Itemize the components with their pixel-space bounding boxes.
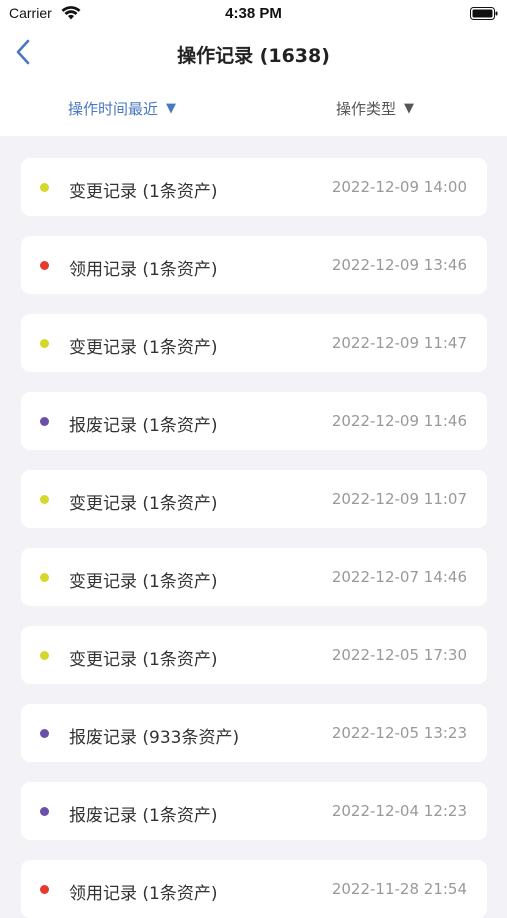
status-dot [40,729,49,738]
record-title: 报废记录 (1条资产) [69,416,218,436]
record-title: 变更记录 (1条资产) [69,494,218,514]
record-time: 2022-12-09 11:46 [331,412,467,430]
record-title: 报废记录 (1条资产) [69,806,218,826]
list-item[interactable]: 变更记录 (1条资产) 2022-12-07 14:46 [21,548,487,606]
sort-time-label: 操作时间最近 [68,100,159,118]
record-time: 2022-12-04 12:23 [331,802,467,820]
status-time: 4:38 PM [225,5,282,22]
status-dot [40,885,49,894]
list-item[interactable]: 领用记录 (1条资产) 2022-11-28 21:54 [21,860,487,918]
status-dot [40,573,49,582]
status-dot [40,417,49,426]
record-time: 2022-12-09 13:46 [331,256,467,274]
status-dot [40,495,49,504]
operation-type-label: 操作类型 [336,100,397,118]
status-dot [40,339,49,348]
operation-type-filter[interactable]: 操作类型 ▼ [336,98,414,119]
record-title: 变更记录 (1条资产) [69,650,218,670]
record-time: 2022-12-09 14:00 [331,178,467,196]
record-title: 领用记录 (1条资产) [69,260,218,280]
list-item[interactable]: 报废记录 (1条资产) 2022-12-09 11:46 [21,392,487,450]
sort-time-filter[interactable]: 操作时间最近 ▼ [68,98,176,119]
list-item[interactable]: 领用记录 (1条资产) 2022-12-09 13:46 [21,236,487,294]
status-dot [40,261,49,270]
status-dot [40,651,49,660]
record-title: 变更记录 (1条资产) [69,572,218,592]
page-title: 操作记录 (1638) [177,45,330,67]
caret-down-icon: ▼ [404,101,415,116]
header-area: Carrier 4:38 PM 操作记录 (1638) 操作时间最近 ▼ 操作类… [0,0,507,136]
caret-down-icon: ▼ [166,101,177,116]
record-time: 2022-11-28 21:54 [331,880,467,898]
list-item[interactable]: 报废记录 (933条资产) 2022-12-05 13:23 [21,704,487,762]
filter-bar: 操作时间最近 ▼ 操作类型 ▼ [0,88,507,128]
record-time: 2022-12-07 14:46 [331,568,467,586]
list-item[interactable]: 变更记录 (1条资产) 2022-12-09 14:00 [21,158,487,216]
battery-icon [470,7,498,20]
record-time: 2022-12-05 17:30 [331,646,467,664]
record-title: 报废记录 (933条资产) [69,728,240,748]
list-item[interactable]: 变更记录 (1条资产) 2022-12-05 17:30 [21,626,487,684]
record-title: 领用记录 (1条资产) [69,884,218,904]
list-item[interactable]: 报废记录 (1条资产) 2022-12-04 12:23 [21,782,487,840]
record-title: 变更记录 (1条资产) [69,182,218,202]
record-time: 2022-12-09 11:07 [331,490,467,508]
record-title: 变更记录 (1条资产) [69,338,218,358]
status-dot [40,807,49,816]
list-item[interactable]: 变更记录 (1条资产) 2022-12-09 11:07 [21,470,487,528]
list-item[interactable]: 变更记录 (1条资产) 2022-12-09 11:47 [21,314,487,372]
record-time: 2022-12-05 13:23 [331,724,467,742]
record-time: 2022-12-09 11:47 [331,334,467,352]
status-bar: Carrier 4:38 PM [0,0,507,28]
navigation-bar: 操作记录 (1638) [0,28,507,76]
status-dot [40,183,49,192]
